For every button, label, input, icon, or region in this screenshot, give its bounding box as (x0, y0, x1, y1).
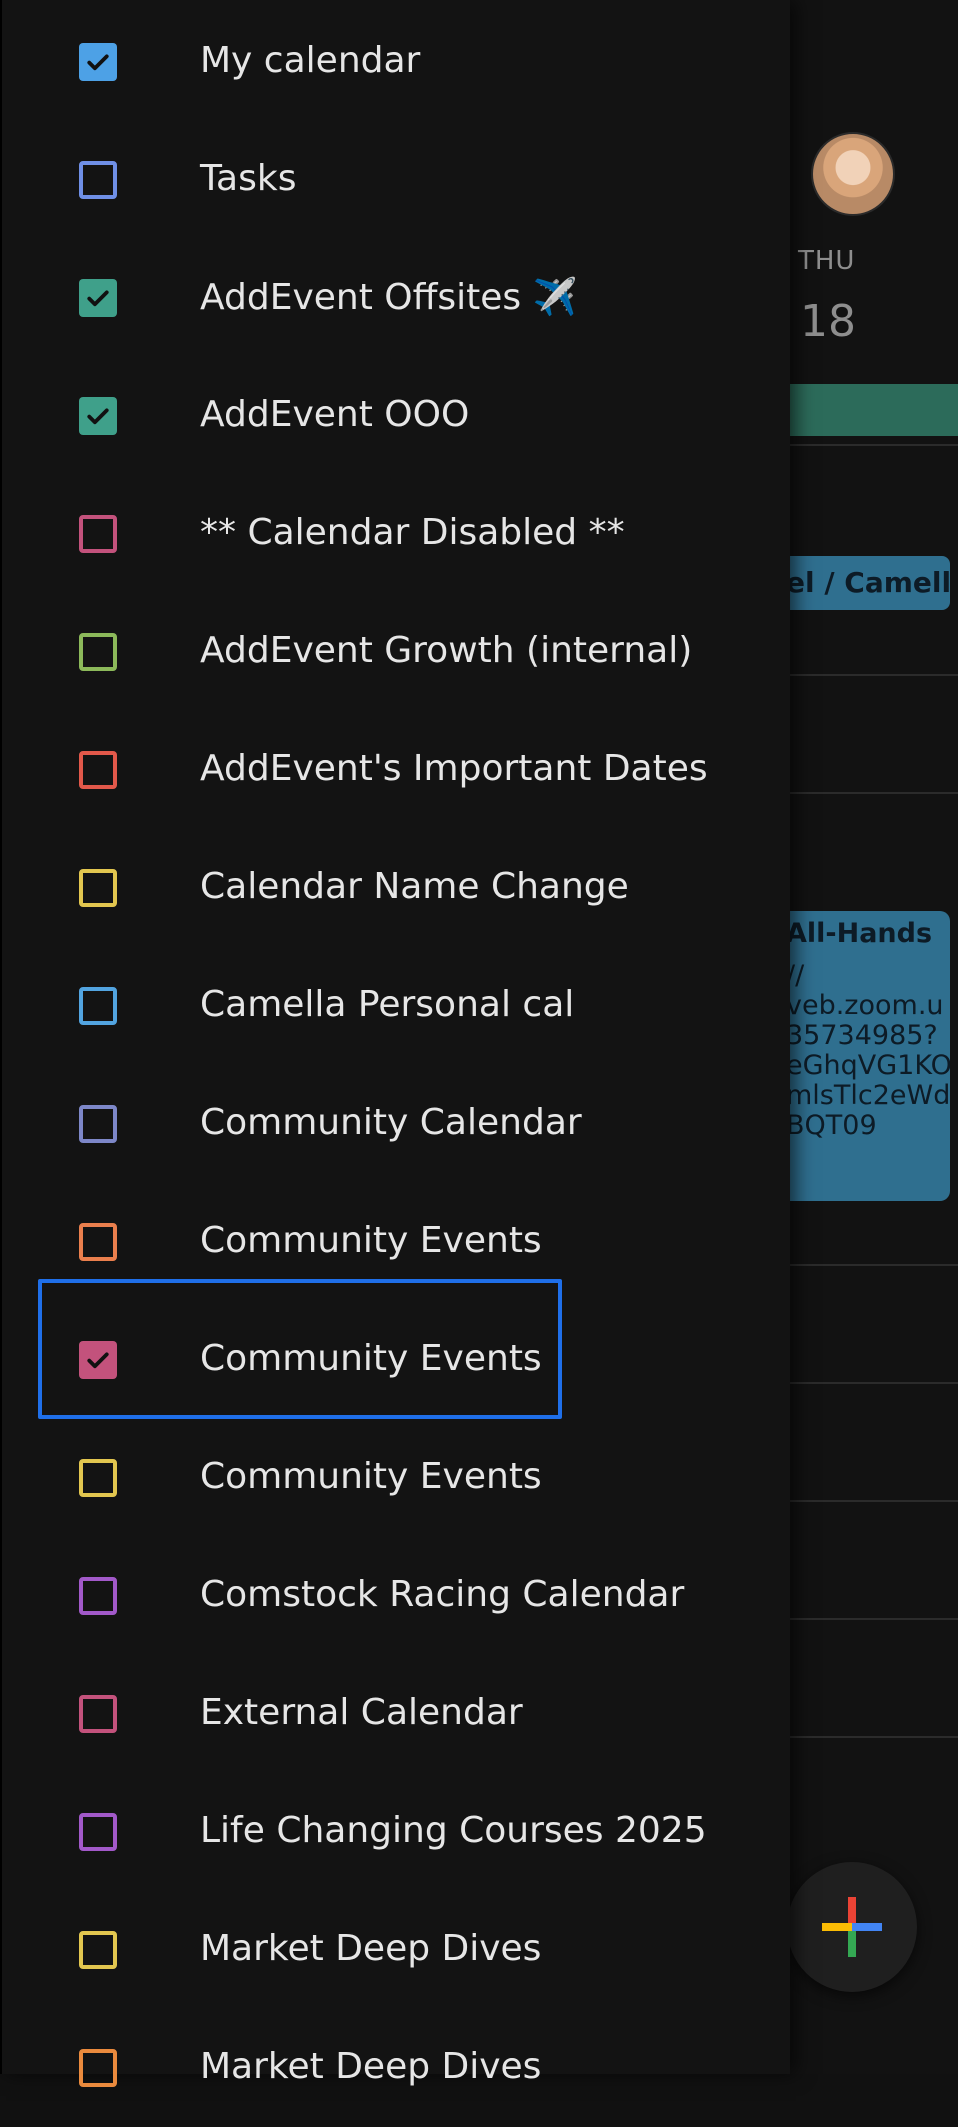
calendar-list-item[interactable]: Market Deep Dives (2, 1891, 790, 2009)
calendar-list-item[interactable]: AddEvent's Important Dates (2, 711, 790, 829)
checkbox-unchecked[interactable] (79, 1813, 117, 1851)
checkbox-unchecked[interactable] (79, 633, 117, 671)
day-name: THU (798, 246, 856, 276)
calendar-list-item[interactable]: Life Changing Courses 2025 (2, 1773, 790, 1891)
calendar-name: Calendar Name Change (200, 866, 629, 907)
calendar-name: Camella Personal cal (200, 984, 575, 1025)
checkbox-unchecked[interactable] (79, 1695, 117, 1733)
calendar-list-item[interactable]: My calendar (2, 3, 790, 121)
divider (772, 1264, 958, 1266)
avatar[interactable] (811, 132, 895, 216)
calendar-list-item[interactable]: External Calendar (2, 1655, 790, 1773)
checkbox-unchecked[interactable] (79, 1931, 117, 1969)
divider (772, 1500, 958, 1502)
calendar-list-item[interactable]: Community Events (2, 1419, 790, 1537)
event-line: eGhqVG1KO (786, 1050, 950, 1081)
calendar-list-item[interactable]: Calendar Name Change (2, 829, 790, 947)
calendar-name: Community Events (200, 1456, 542, 1497)
checkbox-checked[interactable] (79, 43, 117, 81)
checkbox-unchecked[interactable] (79, 987, 117, 1025)
create-event-fab[interactable] (787, 1862, 917, 1992)
calendar-name: AddEvent's Important Dates (200, 748, 708, 789)
checkbox-unchecked[interactable] (79, 515, 117, 553)
checkbox-unchecked[interactable] (79, 1577, 117, 1615)
check-icon (87, 54, 109, 71)
calendar-event[interactable]: el / Camella (776, 556, 950, 610)
calendar-list-item[interactable]: ** Calendar Disabled ** (2, 475, 790, 593)
all-day-event-bar[interactable] (772, 384, 958, 436)
selection-highlight (38, 1279, 562, 1419)
calendar-name: Life Changing Courses 2025 (200, 1810, 707, 1851)
calendar-name: Community Events (200, 1220, 542, 1261)
calendar-list-item[interactable]: Market Deep Dives (2, 2009, 790, 2127)
calendar-list-item[interactable]: AddEvent OOO (2, 357, 790, 475)
calendar-name: AddEvent OOO (200, 394, 470, 435)
calendar-name: External Calendar (200, 1692, 523, 1733)
calendar-event-all-hands[interactable]: All-Hands // veb.zoom.u 35734985? eGhqVG… (776, 911, 950, 1201)
event-line: veb.zoom.u (786, 990, 944, 1021)
event-line: // (786, 960, 805, 991)
day-number[interactable]: 18 (800, 296, 856, 347)
calendar-name: Tasks (200, 158, 297, 199)
checkbox-unchecked[interactable] (79, 869, 117, 907)
checkbox-unchecked[interactable] (79, 1105, 117, 1143)
checkbox-unchecked[interactable] (79, 161, 117, 199)
calendar-name: My calendar (200, 40, 421, 81)
calendar-list-item[interactable]: Camella Personal cal (2, 947, 790, 1065)
divider (772, 1736, 958, 1738)
calendar-name: AddEvent Offsites ✈️ (200, 277, 578, 318)
checkbox-unchecked[interactable] (79, 1459, 117, 1497)
event-line: 35734985? (786, 1020, 938, 1051)
divider (772, 444, 958, 446)
event-title: All-Hands (786, 918, 933, 949)
checkbox-unchecked[interactable] (79, 1223, 117, 1261)
calendar-name: Community Calendar (200, 1102, 582, 1143)
calendar-list-item[interactable]: Community Calendar (2, 1065, 790, 1183)
divider (772, 792, 958, 794)
divider (772, 1382, 958, 1384)
calendar-name: Market Deep Dives (200, 2046, 542, 2087)
checkbox-unchecked[interactable] (79, 2049, 117, 2087)
calendar-name: AddEvent Growth (internal) (200, 630, 693, 671)
checkbox-checked[interactable] (79, 397, 117, 435)
calendar-list-item[interactable]: Comstock Racing Calendar (2, 1537, 790, 1655)
divider (772, 1618, 958, 1620)
check-icon (87, 290, 109, 307)
calendar-name: Market Deep Dives (200, 1928, 542, 1969)
calendar-name: ** Calendar Disabled ** (200, 512, 625, 553)
checkbox-unchecked[interactable] (79, 751, 117, 789)
calendar-list-drawer: My calendar Tasks AddEvent Offsites ✈️ AddE… (0, 0, 790, 2087)
calendar-list-item[interactable]: AddEvent Offsites ✈️ (2, 239, 790, 357)
calendar-list-item[interactable]: Tasks (2, 121, 790, 239)
divider (772, 674, 958, 676)
event-line: BQT09 (786, 1110, 877, 1141)
checkbox-checked[interactable] (79, 279, 117, 317)
event-line: mlsTlc2eWd (786, 1080, 950, 1111)
check-icon (87, 408, 109, 425)
calendar-list-item[interactable]: AddEvent Growth (internal) (2, 593, 790, 711)
calendar-name: Comstock Racing Calendar (200, 1574, 685, 1615)
